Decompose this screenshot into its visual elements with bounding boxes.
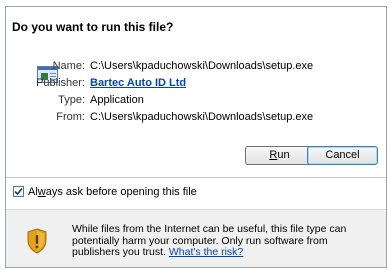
cancel-button-label: Cancel bbox=[325, 149, 360, 161]
from-label: From: bbox=[56, 111, 85, 123]
run-button-label: Run bbox=[269, 149, 290, 161]
shield-warning-icon bbox=[27, 228, 47, 254]
warning-panel: While files from the Internet can be use… bbox=[6, 209, 386, 267]
name-label: Name: bbox=[52, 60, 85, 72]
always-ask-checkbox[interactable] bbox=[13, 186, 24, 197]
security-warning-dialog: Do you want to run this file? Name: C:\U… bbox=[5, 6, 387, 268]
type-value: Application bbox=[90, 94, 144, 106]
dialog-title: Do you want to run this file? bbox=[12, 20, 174, 34]
warning-text: While files from the Internet can be use… bbox=[72, 223, 372, 259]
from-row: From: C:\Users\kpaduchowski\Downloads\se… bbox=[6, 110, 386, 124]
run-button[interactable]: Run bbox=[245, 146, 314, 165]
cancel-button[interactable]: Cancel bbox=[307, 146, 378, 165]
publisher-link[interactable]: Bartec Auto ID Ltd bbox=[90, 76, 186, 90]
separator bbox=[6, 177, 386, 178]
from-value: C:\Users\kpaduchowski\Downloads\setup.ex… bbox=[90, 111, 314, 123]
always-ask-label[interactable]: Always ask before opening this file bbox=[28, 185, 197, 199]
name-value: C:\Users\kpaduchowski\Downloads\setup.ex… bbox=[90, 60, 314, 72]
type-label: Type: bbox=[58, 94, 85, 106]
type-row: Type: Application bbox=[6, 93, 386, 107]
dialog-main-panel: Do you want to run this file? Name: C:\U… bbox=[6, 7, 386, 209]
checkmark-icon bbox=[14, 187, 23, 196]
file-name-row: Name: C:\Users\kpaduchowski\Downloads\se… bbox=[6, 59, 386, 73]
whats-the-risk-link[interactable]: What's the risk? bbox=[169, 246, 243, 258]
publisher-label: Publisher: bbox=[36, 77, 85, 89]
publisher-row: Publisher: Bartec Auto ID Ltd bbox=[6, 76, 386, 90]
